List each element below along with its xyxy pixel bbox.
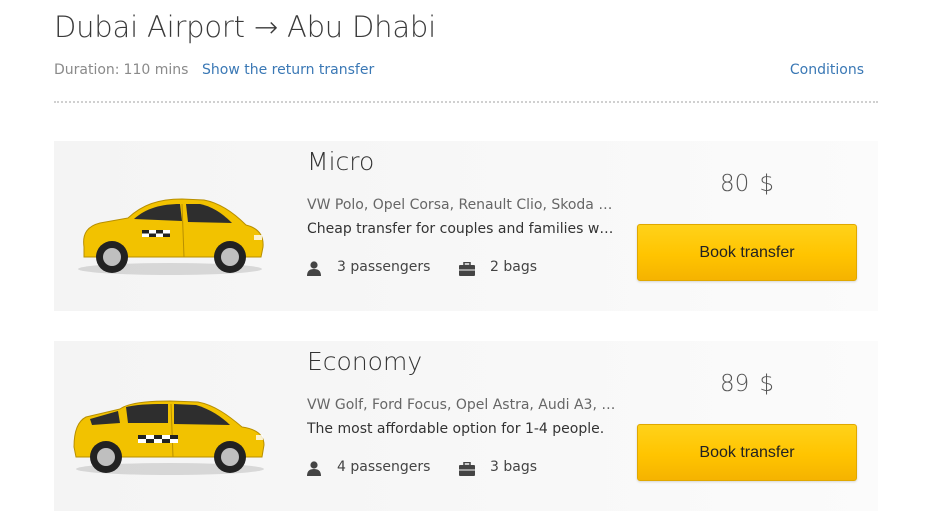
passenger-count: 4 passengers [337, 459, 431, 475]
book-transfer-button[interactable]: Book transfer [637, 224, 857, 281]
price-currency: $ [759, 371, 774, 397]
transfer-option-economy: Economy VW Golf, Ford Focus, Opel Astra,… [54, 341, 878, 511]
transfer-option-micro: Micro VW Polo, Opel Corsa, Renault Clio,… [54, 141, 878, 311]
bag-count: 2 bags [490, 259, 538, 275]
book-transfer-button[interactable]: Book transfer [637, 424, 857, 481]
micro-car-image [78, 198, 264, 275]
person-icon [307, 261, 321, 276]
price: 89 $ [637, 371, 857, 397]
passenger-count: 3 passengers [337, 259, 431, 275]
car-models: VW Polo, Opel Corsa, Renault Clio, Skoda… [307, 197, 617, 213]
car-models: VW Golf, Ford Focus, Opel Astra, Audi A3… [307, 397, 617, 413]
header-divider [54, 101, 878, 103]
bag-count: 3 bags [490, 459, 538, 475]
duration-label: Duration: [54, 62, 120, 78]
price-value: 80 [720, 171, 750, 197]
car-description: Cheap transfer for couples and families … [307, 221, 617, 237]
car-description: The most affordable option for 1-4 peopl… [307, 421, 605, 437]
car-class-name: Economy [307, 347, 423, 376]
show-return-transfer-link[interactable]: Show the return transfer [202, 62, 374, 78]
route-title: Dubai Airport → Abu Dhabi [54, 10, 436, 44]
price-currency: $ [759, 171, 774, 197]
price: 80 $ [637, 171, 857, 197]
price-value: 89 [720, 371, 750, 397]
person-icon [307, 461, 321, 476]
conditions-link[interactable]: Conditions [790, 62, 864, 78]
economy-car-image [73, 400, 265, 475]
duration-info: Duration: 110 mins [54, 62, 188, 78]
briefcase-icon [459, 262, 475, 276]
route-meta: Duration: 110 mins Show the return transf… [54, 62, 864, 82]
briefcase-icon [459, 462, 475, 476]
car-class-name: Micro [307, 147, 375, 176]
duration-value: 110 mins [123, 62, 189, 78]
